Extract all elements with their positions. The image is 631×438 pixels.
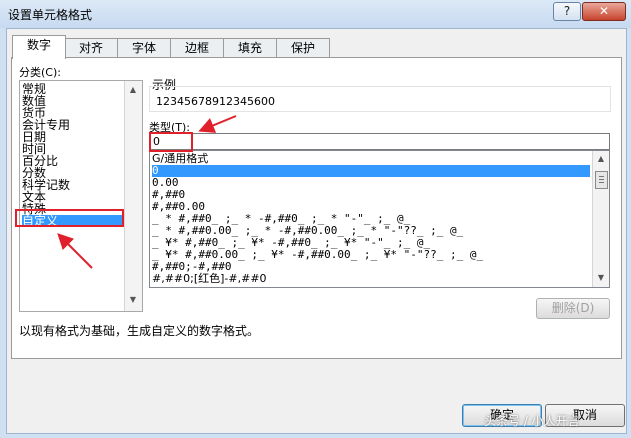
annotation-arrow-top	[198, 115, 237, 133]
annotation-arrow-left	[57, 233, 93, 269]
annotation-arrows	[57, 115, 237, 269]
watermark: 头条号 / 小人开言	[484, 414, 580, 428]
